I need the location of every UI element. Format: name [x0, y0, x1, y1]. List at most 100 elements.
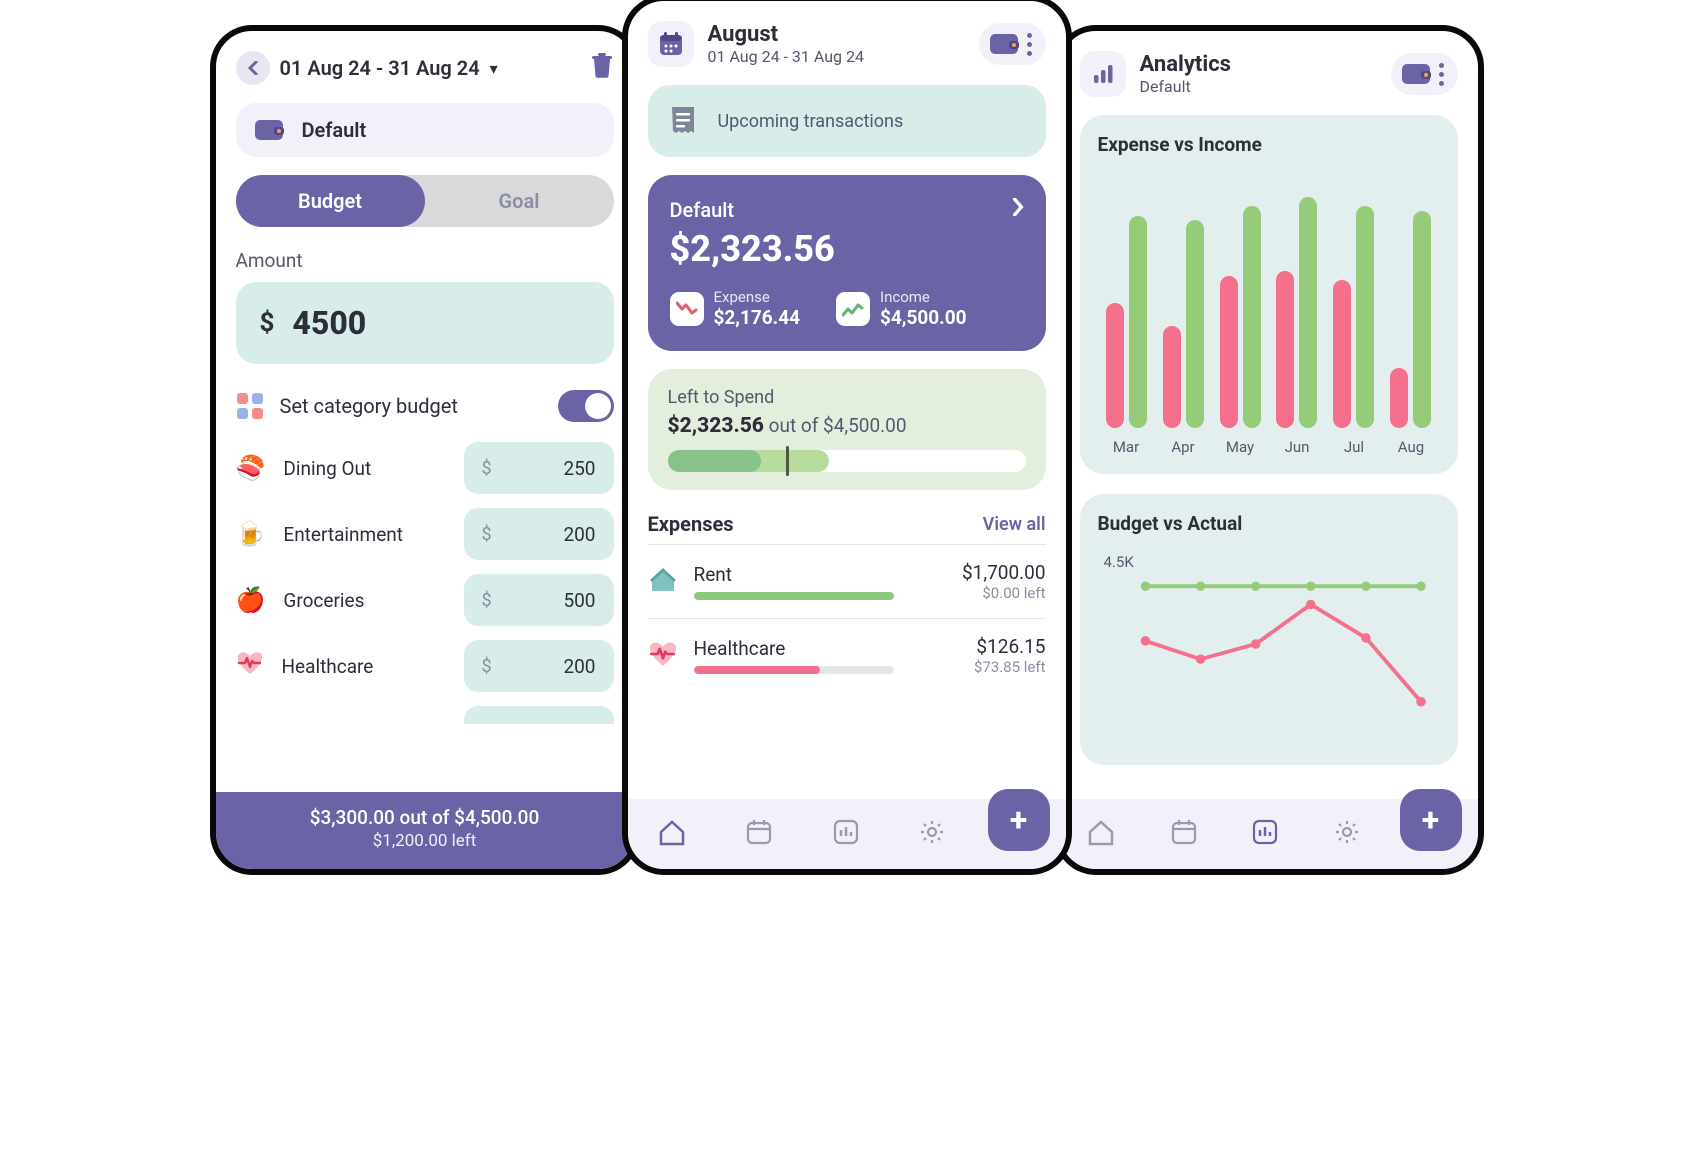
expense-name: Rent [694, 563, 947, 586]
beer-icon: 🍺 [236, 520, 266, 548]
nav-settings[interactable] [1333, 818, 1361, 850]
expense-value: $2,176.44 [714, 306, 801, 329]
expense-amount: $126.15 [974, 635, 1046, 658]
nav-analytics[interactable] [832, 818, 860, 850]
upcoming-transactions-card[interactable]: Upcoming transactions [648, 85, 1046, 157]
summary-line-2: $1,200.00 left [226, 831, 624, 851]
list-item-peek [464, 706, 614, 724]
calendar-icon[interactable] [648, 21, 694, 67]
category-amount: 500 [563, 589, 595, 612]
nav-home[interactable] [1086, 818, 1116, 850]
chart-icon[interactable] [1080, 51, 1126, 97]
sushi-icon: 🍣 [236, 454, 266, 482]
list-item: 🍎 Groceries $ 500 [236, 574, 614, 626]
category-amount-input[interactable]: $ 200 [464, 508, 614, 560]
list-item: 🍺 Entertainment $ 200 [236, 508, 614, 560]
analytics-header: Analytics Default [1080, 51, 1458, 97]
grid-icon [236, 392, 264, 420]
budget-phone: 01 Aug 24 - 31 Aug 24 ▾ Default Budget G… [210, 25, 640, 875]
balance-wallet-name: Default [670, 198, 735, 222]
left-to-spend-title: Left to Spend [668, 387, 1026, 408]
page-subtitle: 01 Aug 24 - 31 Aug 24 [708, 47, 864, 66]
income-value: $4,500.00 [880, 306, 967, 329]
trash-icon [590, 52, 614, 78]
nav-calendar[interactable] [1170, 818, 1198, 850]
balance-card[interactable]: Default $2,323.56 Expense $2,176.44 [648, 175, 1046, 351]
back-button[interactable] [236, 51, 270, 85]
chevron-down-icon[interactable]: ▾ [490, 59, 498, 78]
wallet-chip[interactable]: Default [236, 103, 614, 157]
receipt-icon [668, 105, 698, 137]
wallet-switcher[interactable] [979, 23, 1046, 65]
chart-title: Expense vs Income [1098, 133, 1440, 156]
category-amount: 200 [563, 523, 595, 546]
heartbeat-icon [236, 650, 264, 682]
more-menu-icon[interactable] [1435, 63, 1448, 86]
view-all-link[interactable]: View all [983, 514, 1046, 535]
dollar-sign-icon: $ [482, 458, 492, 479]
amount-value: 4500 [292, 304, 366, 342]
category-budget-toggle[interactable] [558, 390, 614, 422]
line-chart [1098, 547, 1440, 747]
left-to-spend-progress [668, 450, 1026, 472]
add-transaction-fab[interactable]: + [988, 789, 1050, 851]
amount-label: Amount [236, 249, 614, 272]
list-item: Healthcare $ 200 [236, 640, 614, 692]
expense-left: $73.85 left [974, 658, 1046, 676]
category-amount-input[interactable]: $ 500 [464, 574, 614, 626]
tab-budget[interactable]: Budget [236, 175, 425, 227]
category-name: Groceries [283, 589, 364, 612]
chart-title: Budget vs Actual [1098, 512, 1440, 535]
date-range[interactable]: 01 Aug 24 - 31 Aug 24 [280, 56, 480, 80]
wallet-icon [989, 31, 1019, 57]
trend-up-icon [836, 292, 870, 326]
left-to-spend-text: $2,323.56 out of $4,500.00 [668, 414, 1026, 438]
category-amount: 250 [563, 457, 595, 480]
expense-name: Healthcare [694, 637, 958, 660]
left-to-spend-card: Left to Spend $2,323.56 out of $4,500.00 [648, 369, 1046, 490]
list-item: 🍣 Dining Out $ 250 [236, 442, 614, 494]
upcoming-label: Upcoming transactions [718, 111, 904, 132]
nav-calendar[interactable] [745, 818, 773, 850]
summary-line-1: $3,300.00 out of $4,500.00 [226, 806, 624, 829]
add-transaction-fab[interactable]: + [1400, 789, 1462, 851]
amount-input[interactable]: $ 4500 [236, 282, 614, 364]
page-title: August [708, 22, 864, 47]
category-name: Entertainment [283, 523, 403, 546]
budget-goal-segment: Budget Goal [236, 175, 614, 227]
expense-vs-income-chart: Expense vs Income MarAprMayJunJulAug [1080, 115, 1458, 474]
dollar-sign-icon: $ [482, 590, 492, 611]
delete-button[interactable] [590, 52, 614, 84]
y-tick: 4.5K [1104, 553, 1134, 571]
category-name: Dining Out [283, 457, 371, 480]
income-label: Income [880, 288, 967, 306]
dollar-sign-icon: $ [260, 308, 275, 338]
more-menu-icon[interactable] [1023, 33, 1036, 56]
plus-icon: + [1010, 801, 1027, 839]
wallet-switcher[interactable] [1391, 53, 1458, 95]
nav-settings[interactable] [918, 818, 946, 850]
expenses-title: Expenses [648, 512, 734, 536]
budget-vs-actual-chart: Budget vs Actual 4.5K [1080, 494, 1458, 765]
category-amount: 200 [563, 655, 595, 678]
category-budget-row: Set category budget [236, 390, 614, 422]
wallet-name: Default [302, 118, 367, 142]
category-amount-input[interactable]: $ 250 [464, 442, 614, 494]
category-amount-input[interactable]: $ 200 [464, 640, 614, 692]
expense-row[interactable]: Healthcare $126.15 $73.85 left [648, 618, 1046, 692]
tab-goal[interactable]: Goal [425, 175, 614, 227]
nav-home[interactable] [657, 818, 687, 850]
expense-label: Expense [714, 288, 801, 306]
dollar-sign-icon: $ [482, 656, 492, 677]
budget-header: 01 Aug 24 - 31 Aug 24 ▾ [236, 51, 614, 85]
expense-stat: Expense $2,176.44 [670, 288, 801, 329]
expense-left: $0.00 left [962, 584, 1046, 602]
expenses-header: Expenses View all [648, 512, 1046, 536]
nav-analytics[interactable] [1251, 818, 1279, 850]
expense-row[interactable]: Rent $1,700.00 $0.00 left [648, 544, 1046, 618]
wallet-icon [1401, 61, 1431, 87]
category-budget-label: Set category budget [280, 394, 458, 418]
category-name: Healthcare [282, 655, 374, 678]
chevron-left-icon [247, 61, 259, 75]
expense-amount: $1,700.00 [962, 561, 1046, 584]
